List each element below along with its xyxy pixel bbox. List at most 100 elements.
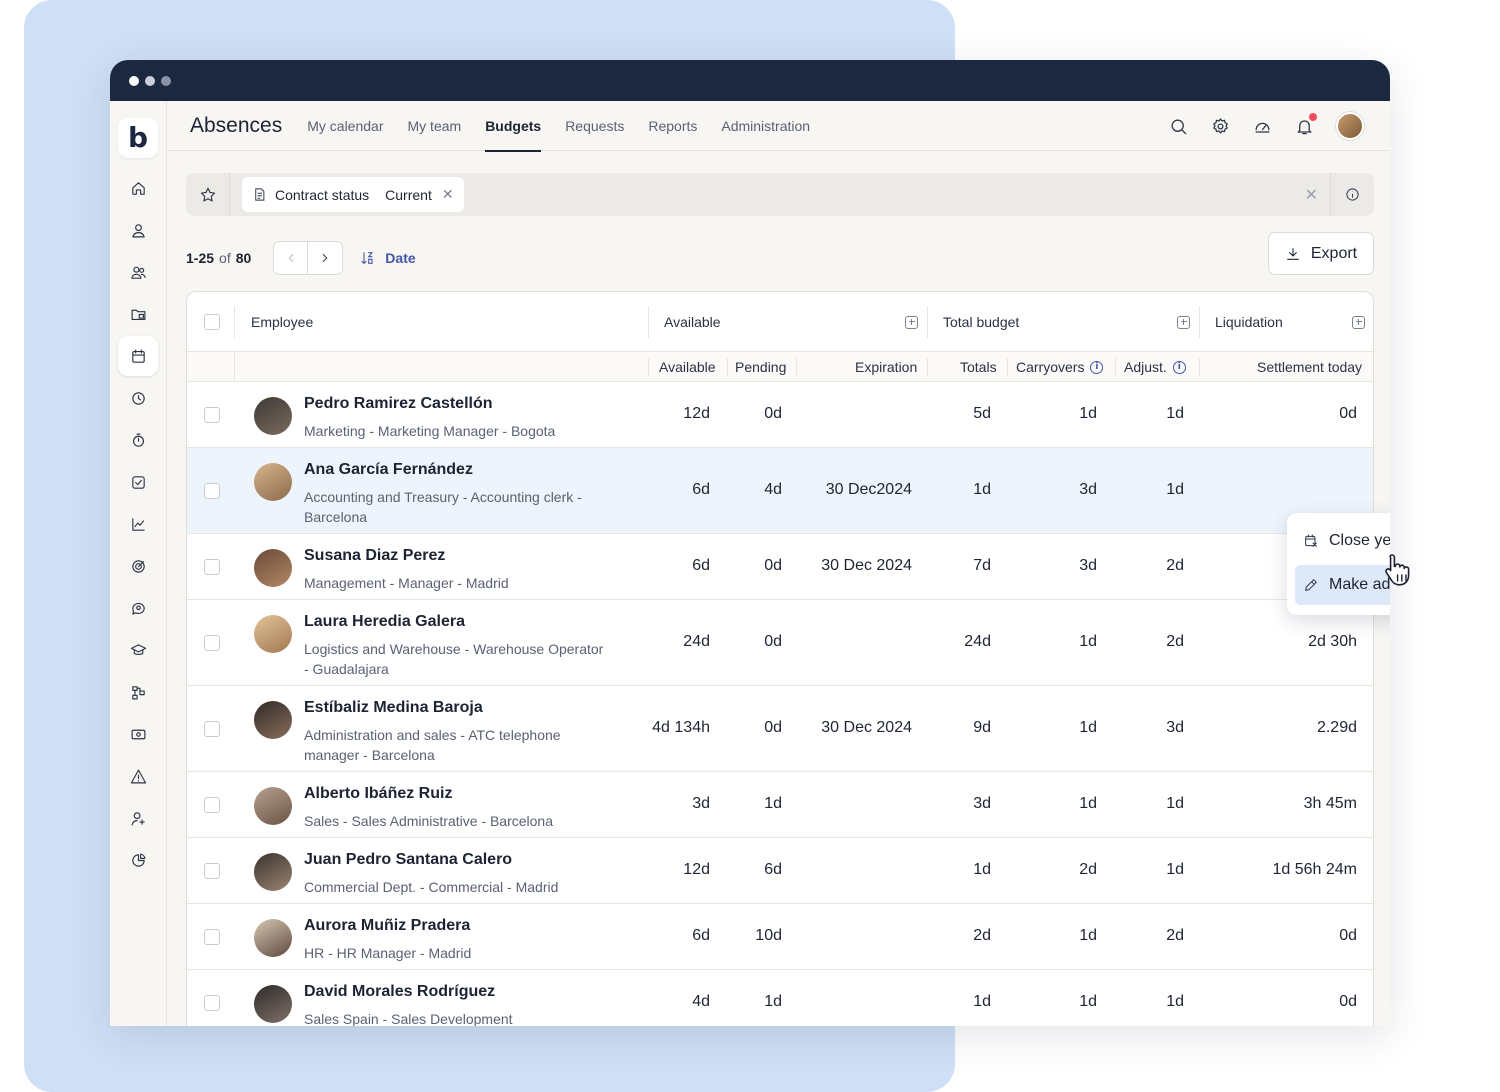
speedometer-icon[interactable] [1252,116,1272,136]
row-checkbox[interactable] [204,721,220,737]
filter-chip[interactable]: Contract status Current ✕ [242,177,464,212]
close-icon[interactable]: ✕ [442,186,454,203]
table-header-columns: Available Pending Expiration Totals Carr… [187,352,1373,382]
chevron-right-icon[interactable] [308,242,342,274]
table-row[interactable]: Susana Diaz Perez Management - Manager - … [187,534,1373,600]
sort-button[interactable]: Date [360,250,416,266]
employee-name[interactable]: Susana Diaz Perez [304,547,445,565]
column-settlement-today[interactable]: Settlement today [1257,352,1362,382]
search-icon[interactable] [1168,116,1188,136]
export-button[interactable]: Export [1268,232,1374,275]
table-row[interactable]: Pedro Ramirez Castellón Marketing - Marke… [187,382,1373,448]
employee-name[interactable]: Aurora Muñiz Pradera [304,917,470,935]
window-dot[interactable] [129,75,139,86]
money-icon[interactable] [118,714,158,754]
row-checkbox[interactable] [204,995,220,1011]
column-expiration[interactable]: Expiration [855,352,917,382]
pagination-of: of [219,250,231,266]
cell-carryovers: 1d [1079,633,1097,650]
tab-reports[interactable]: Reports [648,101,697,151]
row-checkbox[interactable] [204,863,220,879]
row-context-menu: Close year Make adjustment [1287,513,1390,615]
table-row[interactable]: Estíbaliz Medina Baroja Administration an… [187,686,1373,772]
chat-icon[interactable] [118,588,158,628]
chart-icon[interactable] [118,504,158,544]
row-checkbox[interactable] [204,929,220,945]
carryovers-label: Carryovers [1016,359,1085,375]
info-icon[interactable]: i [1172,360,1186,374]
info-icon[interactable]: i [1090,360,1104,374]
graduation-icon[interactable] [118,630,158,670]
tab-my-calendar[interactable]: My calendar [307,101,383,151]
column-group-total-budget[interactable]: Total budget [943,292,1019,352]
menu-item-close-year[interactable]: Close year [1295,521,1390,561]
calendar-icon[interactable] [118,336,158,376]
row-checkbox[interactable] [204,483,220,499]
column-totals[interactable]: Totals [960,352,997,382]
employee-name[interactable]: Estíbaliz Medina Baroja [304,699,483,717]
column-available[interactable]: Available [659,352,716,382]
table-toolbar: 1-25 of 80 Date Export [186,232,1374,280]
column-group-liquidation[interactable]: Liquidation [1215,292,1283,352]
task-check-icon[interactable] [118,462,158,502]
gear-icon[interactable] [1210,116,1230,136]
employee-name[interactable]: Pedro Ramirez Castellón [304,395,493,413]
employee-name[interactable]: Juan Pedro Santana Calero [304,851,512,869]
column-group-available[interactable]: Available [664,292,721,352]
employee-name[interactable]: Ana García Fernández [304,461,473,479]
cell-pending: 1d [764,993,782,1010]
home-icon[interactable] [118,168,158,208]
clock-icon[interactable] [118,378,158,418]
target-icon[interactable] [118,546,158,586]
table-row[interactable]: Laura Heredia Galera Logistics and Wareho… [187,600,1373,686]
stopwatch-icon[interactable] [118,420,158,460]
tab-requests[interactable]: Requests [565,101,624,151]
chevron-left-icon[interactable] [274,242,309,274]
page-title: Absences [190,113,283,137]
window-dot[interactable] [161,75,171,86]
expand-total-budget-icon[interactable] [1177,292,1190,352]
info-icon[interactable] [1330,173,1374,216]
logo-text: b [127,121,149,154]
row-checkbox[interactable] [204,797,220,813]
avatar[interactable] [1336,112,1364,140]
tab-administration[interactable]: Administration [721,101,810,151]
select-all-checkbox[interactable] [204,292,220,352]
pie-chart-icon[interactable] [118,840,158,880]
row-checkbox[interactable] [204,407,220,423]
column-pending[interactable]: Pending [735,352,786,382]
table-row[interactable]: Ana García Fernández Accounting and Treas… [187,448,1373,534]
warning-icon[interactable] [118,756,158,796]
expand-available-icon[interactable] [905,292,918,352]
row-checkbox[interactable] [204,635,220,651]
window-dot[interactable] [145,75,155,86]
expand-liquidation-icon[interactable] [1352,292,1365,352]
row-checkbox[interactable] [204,559,220,575]
workflow-icon[interactable] [118,672,158,712]
column-adjust[interactable]: Adjust. i [1124,352,1186,382]
clear-filters-icon[interactable]: ✕ [1305,185,1318,205]
add-user-icon[interactable] [118,798,158,838]
folder-icon[interactable] [118,294,158,334]
star-icon[interactable] [186,173,230,216]
employee-name[interactable]: Alberto Ibáñez Ruiz [304,785,452,803]
table-row[interactable]: David Morales Rodríguez Sales Spain - Sal… [187,970,1373,1026]
employee-name[interactable]: Laura Heredia Galera [304,613,465,631]
export-label: Export [1310,244,1358,262]
menu-item-make-adjustment[interactable]: Make adjustment [1295,565,1390,605]
column-employee[interactable]: Employee [251,292,313,352]
pagination-buttons [273,241,344,275]
pencil-icon [1305,579,1317,591]
cell-totals: 1d [973,861,991,878]
app-logo[interactable]: b [118,118,158,158]
employee-name[interactable]: David Morales Rodríguez [304,983,495,1001]
table-row[interactable]: Alberto Ibáñez Ruiz Sales - Sales Adminis… [187,772,1373,838]
column-carryovers[interactable]: Carryovers i [1016,352,1104,382]
table-row[interactable]: Juan Pedro Santana Calero Commercial Dept… [187,838,1373,904]
tab-my-team[interactable]: My team [408,101,462,151]
tab-budgets[interactable]: Budgets [485,101,542,152]
user-icon[interactable] [118,210,158,250]
users-icon[interactable] [118,252,158,292]
bell-icon[interactable] [1294,113,1317,136]
table-row[interactable]: Aurora Muñiz Pradera HR - HR Manager - Ma… [187,904,1373,970]
